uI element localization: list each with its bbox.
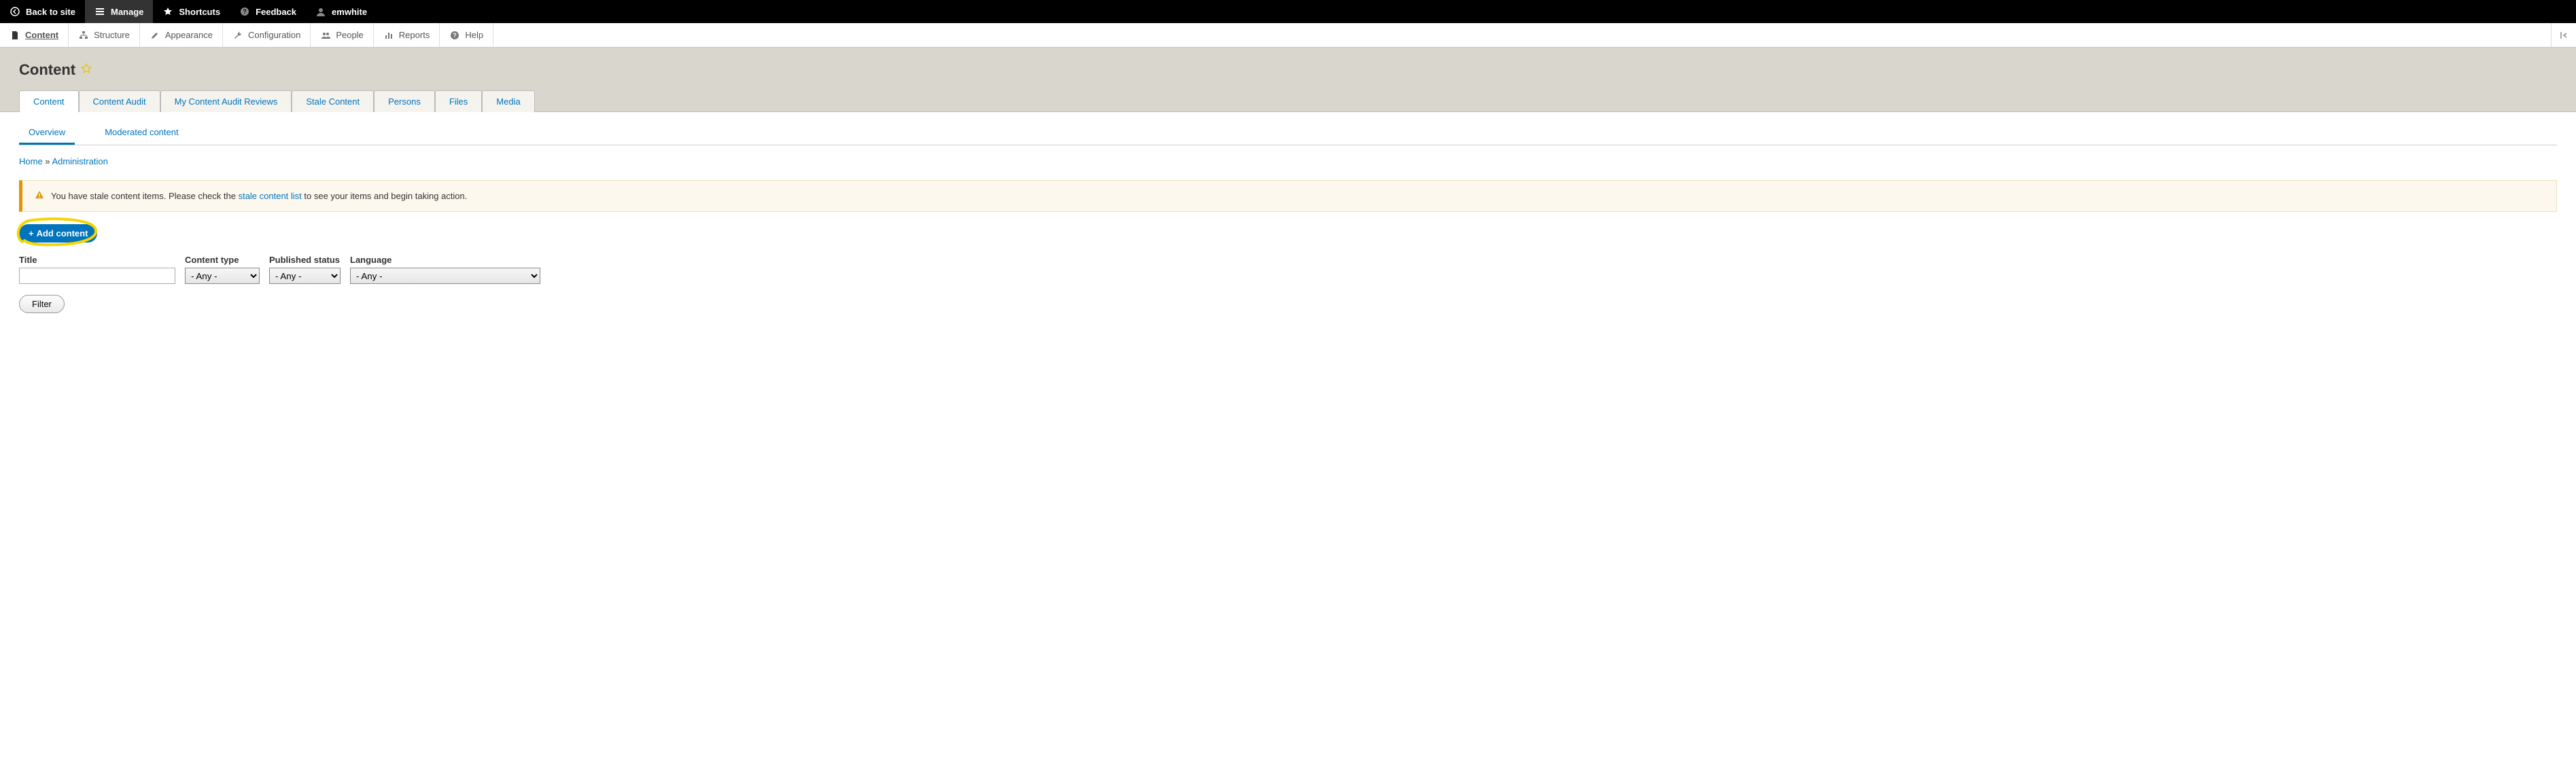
- content-region: Overview Moderated content Home » Admini…: [0, 112, 2576, 340]
- breadcrumb-sep: »: [43, 156, 52, 166]
- add-content-wrap: + Add content: [19, 224, 97, 243]
- user-icon: [315, 6, 326, 17]
- warning-message: You have stale content items. Please che…: [19, 180, 2557, 212]
- adminmenu-help-label: Help: [465, 30, 483, 40]
- tab-my-reviews[interactable]: My Content Audit Reviews: [160, 90, 292, 112]
- bar-chart-icon: [383, 30, 394, 41]
- spacer: [493, 23, 2551, 47]
- warning-icon: [35, 190, 44, 202]
- tab-files[interactable]: Files: [435, 90, 482, 112]
- svg-text:?: ?: [243, 8, 247, 15]
- manage-label: Manage: [111, 7, 143, 17]
- plus-icon: +: [29, 228, 34, 238]
- filter-button[interactable]: Filter: [19, 295, 65, 313]
- tab-persons[interactable]: Persons: [374, 90, 435, 112]
- user-label: emwhite: [332, 7, 367, 17]
- tab-stale-content[interactable]: Stale Content: [292, 90, 374, 112]
- warning-text: You have stale content items. Please che…: [51, 191, 467, 201]
- filter-language: Language - Any -: [350, 255, 540, 284]
- filter-ct-select[interactable]: - Any -: [185, 268, 260, 284]
- admin-menu: Content Structure Appearance Configurati…: [0, 23, 2576, 48]
- tab-media[interactable]: Media: [482, 90, 534, 112]
- tab-content[interactable]: Content: [19, 90, 79, 112]
- adminmenu-appearance[interactable]: Appearance: [140, 23, 223, 47]
- filter-ps-label: Published status: [269, 255, 341, 265]
- adminmenu-structure[interactable]: Structure: [69, 23, 140, 47]
- toolbar: Back to site Manage Shortcuts ? Feedback…: [0, 0, 2576, 23]
- page-title: Content: [19, 61, 75, 79]
- manage-toggle[interactable]: Manage: [85, 0, 153, 23]
- primary-tabs: Content Content Audit My Content Audit R…: [19, 90, 2557, 111]
- filter-title-input[interactable]: [19, 268, 175, 284]
- add-content-label: Add content: [37, 228, 88, 238]
- filter-title: Title: [19, 255, 175, 284]
- shortcuts-label: Shortcuts: [179, 7, 220, 17]
- filter-ps-select[interactable]: - Any -: [269, 268, 341, 284]
- wrench-icon: [232, 30, 243, 41]
- user-menu[interactable]: emwhite: [306, 0, 377, 23]
- adminmenu-content[interactable]: Content: [0, 23, 69, 47]
- people-icon: [320, 30, 331, 41]
- stale-content-list-link[interactable]: stale content list: [239, 191, 302, 201]
- subtab-overview[interactable]: Overview: [19, 122, 75, 145]
- feedback-label: Feedback: [256, 7, 296, 17]
- adminmenu-people[interactable]: People: [311, 23, 373, 47]
- tab-content-audit[interactable]: Content Audit: [79, 90, 160, 112]
- filter-form: Title Content type - Any - Published sta…: [19, 255, 2557, 284]
- shortcuts-link[interactable]: Shortcuts: [153, 0, 230, 23]
- collapse-toolbar-button[interactable]: [2551, 23, 2576, 47]
- filter-lang-select[interactable]: - Any -: [350, 268, 540, 284]
- favorite-star-icon[interactable]: [81, 63, 92, 77]
- filter-title-label: Title: [19, 255, 175, 265]
- adminmenu-people-label: People: [336, 30, 363, 40]
- filter-ct-label: Content type: [185, 255, 260, 265]
- page-title-row: Content: [19, 61, 2557, 79]
- adminmenu-appearance-label: Appearance: [165, 30, 213, 40]
- filter-lang-label: Language: [350, 255, 540, 265]
- back-to-site-link[interactable]: Back to site: [0, 0, 85, 23]
- adminmenu-configuration[interactable]: Configuration: [223, 23, 311, 47]
- subtab-moderated[interactable]: Moderated content: [95, 122, 188, 145]
- adminmenu-content-label: Content: [25, 30, 58, 40]
- sitemap-icon: [78, 30, 89, 41]
- back-arrow-icon: [10, 6, 20, 17]
- paintbrush-icon: [150, 30, 160, 41]
- breadcrumb: Home » Administration: [19, 156, 2557, 166]
- document-icon: [10, 30, 20, 41]
- adminmenu-structure-label: Structure: [94, 30, 130, 40]
- hamburger-icon: [94, 6, 105, 17]
- page-header: Content Content Content Audit My Content…: [0, 48, 2576, 112]
- adminmenu-help[interactable]: ? Help: [440, 23, 493, 47]
- secondary-tabs: Overview Moderated content: [19, 122, 2557, 145]
- star-icon: [162, 6, 173, 17]
- breadcrumb-admin[interactable]: Administration: [52, 156, 107, 166]
- feedback-link[interactable]: ? Feedback: [230, 0, 306, 23]
- breadcrumb-home[interactable]: Home: [19, 156, 43, 166]
- svg-text:?: ?: [453, 32, 457, 39]
- help-icon: ?: [449, 30, 460, 41]
- adminmenu-reports-label: Reports: [399, 30, 430, 40]
- filter-content-type: Content type - Any -: [185, 255, 260, 284]
- add-content-button[interactable]: + Add content: [19, 224, 97, 243]
- adminmenu-configuration-label: Configuration: [248, 30, 300, 40]
- back-to-site-label: Back to site: [26, 7, 75, 17]
- filter-published-status: Published status - Any -: [269, 255, 341, 284]
- question-circle-icon: ?: [239, 6, 250, 17]
- adminmenu-reports[interactable]: Reports: [374, 23, 440, 47]
